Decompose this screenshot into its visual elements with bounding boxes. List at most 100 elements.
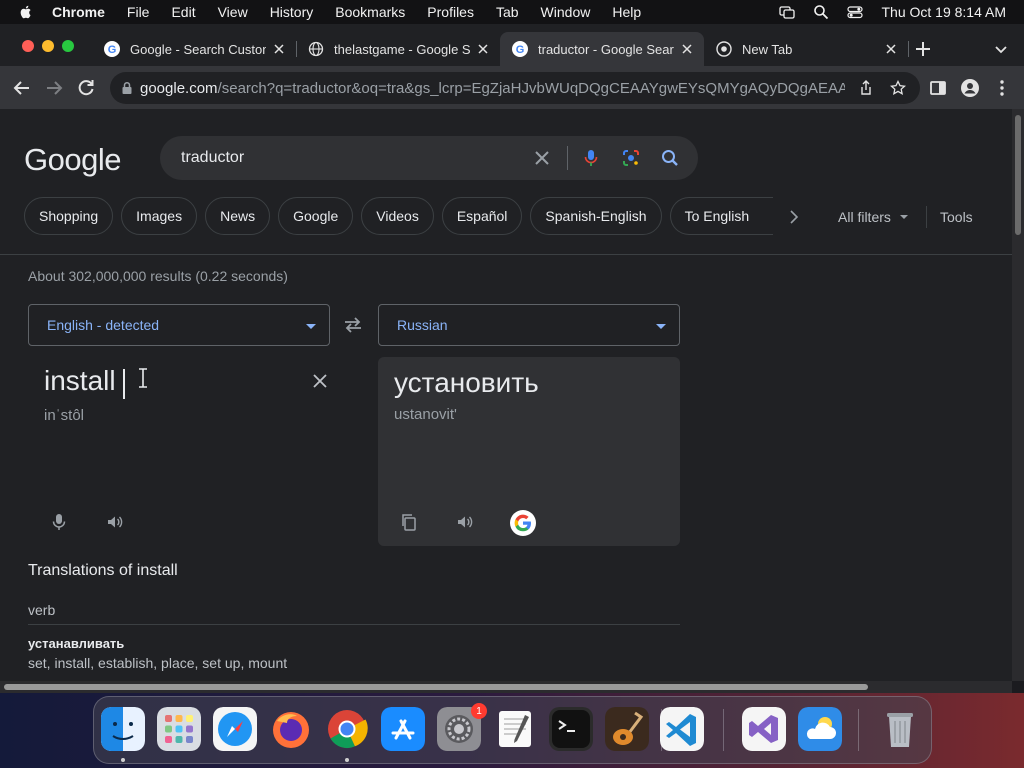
google-favicon-icon: G <box>104 41 120 57</box>
target-language-select[interactable]: Russian <box>378 304 680 346</box>
close-window-button[interactable] <box>22 40 34 52</box>
vscode-icon[interactable] <box>660 707 704 751</box>
app-store-icon[interactable] <box>381 707 425 751</box>
tab-title: thelastgame - Google S <box>334 41 470 57</box>
control-center-icon[interactable] <box>847 4 864 20</box>
address-bar[interactable]: google.com/search?q=traductor&oq=tra&gs_… <box>110 72 920 104</box>
swap-languages-icon[interactable] <box>343 316 363 334</box>
menu-view[interactable]: View <box>218 4 248 20</box>
zoom-window-button[interactable] <box>62 40 74 52</box>
tab-search-chevron-icon[interactable] <box>994 42 1008 56</box>
tab-title: Google - Search Custom <box>130 41 266 57</box>
copy-icon[interactable] <box>400 513 418 531</box>
scroll-thumb[interactable] <box>4 684 868 690</box>
close-tab-icon[interactable] <box>884 42 898 56</box>
menu-profiles[interactable]: Profiles <box>427 4 474 20</box>
chrome-icon[interactable] <box>325 707 369 751</box>
clear-search-icon[interactable] <box>532 148 552 168</box>
source-text-input[interactable]: install <box>44 365 116 397</box>
search-divider <box>567 146 568 170</box>
minimize-window-button[interactable] <box>42 40 54 52</box>
safari-icon[interactable] <box>213 707 257 751</box>
tab-thelastgame[interactable]: thelastgame - Google S <box>296 32 500 66</box>
search-query[interactable]: traductor <box>181 149 521 167</box>
firefox-icon[interactable] <box>269 707 313 751</box>
chip-espanol[interactable]: Español <box>441 197 523 235</box>
chip-videos[interactable]: Videos <box>361 197 434 235</box>
close-tab-icon[interactable] <box>680 42 694 56</box>
source-text-panel[interactable]: install inˈstôl <box>28 359 348 549</box>
chip-to-english[interactable]: To English <box>669 197 774 235</box>
garageband-icon[interactable] <box>605 707 649 751</box>
back-arrow-icon[interactable] <box>12 78 32 98</box>
menu-file[interactable]: File <box>127 4 150 20</box>
open-in-google-translate-button[interactable] <box>510 510 536 536</box>
forward-arrow-icon[interactable] <box>44 78 64 98</box>
chip-news[interactable]: News <box>205 197 271 235</box>
tab-traductor[interactable]: G traductor - Google Sear <box>500 32 704 66</box>
visual-studio-icon[interactable] <box>742 707 786 751</box>
chip-shopping[interactable]: Shopping <box>24 197 114 235</box>
search-magnifier-icon[interactable] <box>660 148 680 168</box>
menu-app-name[interactable]: Chrome <box>52 4 105 20</box>
listen-speaker-icon[interactable] <box>456 513 474 531</box>
listen-speaker-icon[interactable] <box>106 513 124 531</box>
chip-spanish-english[interactable]: Spanish-English <box>530 197 662 235</box>
translation-word[interactable]: устанавливать <box>28 636 124 651</box>
screen-mirroring-icon[interactable] <box>779 4 796 20</box>
tab-google-search-custom[interactable]: G Google - Search Custom <box>92 32 297 66</box>
tools-button[interactable]: Tools <box>940 209 973 225</box>
chip-images[interactable]: Images <box>121 197 198 235</box>
translation-panel: установить ustanovit' <box>378 357 680 546</box>
tab-new-tab[interactable]: New Tab <box>704 32 909 66</box>
running-indicator <box>345 758 349 762</box>
close-tab-icon[interactable] <box>272 42 286 56</box>
launchpad-icon[interactable] <box>157 707 201 751</box>
search-box[interactable]: traductor <box>160 136 698 180</box>
menu-bookmarks[interactable]: Bookmarks <box>335 4 405 20</box>
textedit-icon[interactable] <box>493 707 537 751</box>
vertical-scrollbar[interactable] <box>1012 109 1024 681</box>
google-logo[interactable]: Google <box>24 142 121 178</box>
google-g-icon <box>514 514 531 532</box>
chip-google[interactable]: Google <box>278 197 354 235</box>
url-path: /search?q=traductor&oq=tra&gs_lcrp=EgZja… <box>217 79 845 97</box>
close-tab-icon[interactable] <box>476 42 490 56</box>
spotlight-search-icon[interactable] <box>813 4 829 20</box>
menu-window[interactable]: Window <box>541 4 591 20</box>
menu-help[interactable]: Help <box>612 4 641 20</box>
microphone-icon[interactable] <box>50 513 68 531</box>
chevron-right-icon[interactable] <box>786 209 802 225</box>
apple-icon[interactable] <box>18 4 34 20</box>
new-tab-plus-icon[interactable] <box>914 40 932 58</box>
menu-edit[interactable]: Edit <box>171 4 195 20</box>
weather-icon[interactable] <box>798 707 842 751</box>
url-text[interactable]: google.com/search?q=traductor&oq=tra&gs_… <box>140 80 845 97</box>
kebab-menu-icon[interactable] <box>992 78 1012 98</box>
trash-icon[interactable] <box>878 707 922 751</box>
result-stats: About 302,000,000 results (0.22 seconds) <box>28 268 288 284</box>
dock-separator <box>723 709 724 751</box>
finder-icon[interactable] <box>101 707 145 751</box>
menu-history[interactable]: History <box>270 4 314 20</box>
lens-search-icon[interactable] <box>621 148 641 168</box>
clear-source-icon[interactable] <box>312 373 328 389</box>
all-filters-label: All filters <box>838 209 891 225</box>
voice-search-icon[interactable] <box>581 148 601 168</box>
source-language-select[interactable]: English - detected <box>28 304 330 346</box>
reload-icon[interactable] <box>76 78 96 98</box>
menu-clock[interactable]: Thu Oct 19 8:14 AM <box>881 4 1006 20</box>
side-panel-icon[interactable] <box>928 78 948 98</box>
scroll-thumb[interactable] <box>1015 115 1021 235</box>
transliteration: ustanovit' <box>394 406 457 423</box>
dock: 1 <box>93 696 932 764</box>
dropdown-caret-icon <box>899 215 908 219</box>
menu-tab[interactable]: Tab <box>496 4 519 20</box>
profile-avatar-icon[interactable] <box>960 78 980 98</box>
lock-icon[interactable] <box>120 81 134 95</box>
terminal-icon[interactable] <box>549 707 593 751</box>
bookmark-star-icon[interactable] <box>890 80 906 96</box>
horizontal-scrollbar[interactable] <box>0 681 1012 693</box>
all-filters-button[interactable]: All filters <box>838 209 909 225</box>
share-icon[interactable] <box>858 80 874 96</box>
